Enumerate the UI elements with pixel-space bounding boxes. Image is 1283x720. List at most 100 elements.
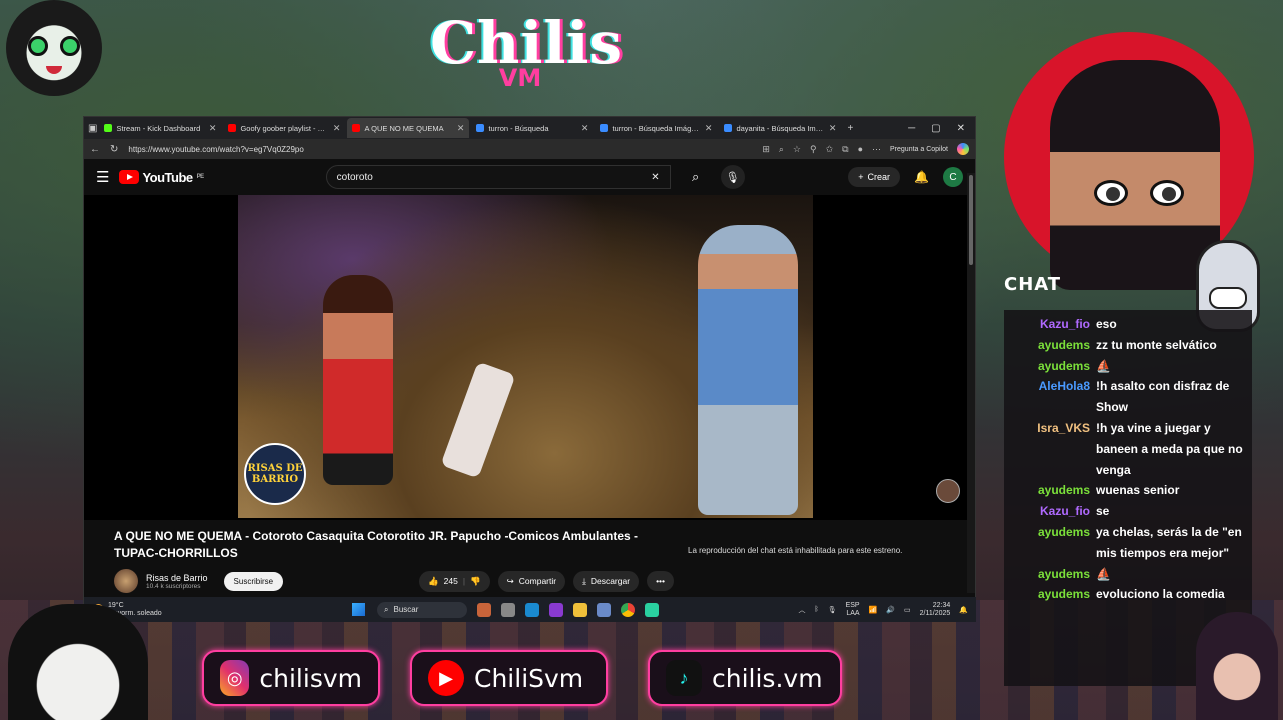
youtube-handle: ChiliSvm (474, 663, 584, 693)
download-button[interactable]: ⤓ Descargar (573, 570, 640, 592)
battery-icon[interactable]: ▭ (904, 606, 911, 614)
chat-username[interactable]: Isra_VKS (1004, 418, 1096, 480)
maximize-icon[interactable]: ▢ (931, 123, 940, 134)
back-icon[interactable]: ← (90, 144, 100, 155)
app-icon[interactable] (645, 602, 659, 617)
like-button[interactable]: 👍 245 | 👎 (419, 570, 490, 592)
chat-username[interactable]: Kazu_fio (1004, 501, 1096, 522)
channel-avatar[interactable] (114, 569, 138, 593)
close-window-icon[interactable]: ✕ (957, 123, 965, 134)
chevron-up-icon[interactable]: ︿ (798, 605, 805, 615)
clear-search-icon[interactable]: ✕ (651, 172, 659, 183)
search-icon: ⌕ (384, 604, 389, 614)
collections-icon[interactable]: ⧉ (842, 144, 848, 155)
minimize-icon[interactable]: ─ (908, 123, 915, 134)
windows-start-icon[interactable] (352, 603, 365, 616)
close-icon[interactable]: ✕ (457, 123, 465, 134)
chat-username[interactable]: ayudems (1004, 356, 1096, 377)
account-avatar[interactable]: C (943, 167, 963, 187)
app-icon[interactable]: ⊞ (762, 144, 770, 155)
close-icon[interactable]: ✕ (705, 123, 713, 134)
video-player[interactable]: RISAS DE BARRIO (84, 195, 975, 520)
youtube-social[interactable]: ▶ ChiliSvm (410, 650, 608, 706)
more-icon[interactable]: ⋯ (872, 144, 881, 155)
tab-dayanita[interactable]: dayanita - Búsqueda Imáge ✕ (719, 118, 841, 138)
chat-text: !h asalto con disfraz de Show (1096, 379, 1230, 415)
favorites-icon[interactable]: ✩ (826, 144, 834, 155)
chat-username[interactable]: ayudems (1004, 564, 1096, 585)
tab-goofy-playlist[interactable]: Goofy goober playlist - You ✕ (223, 118, 345, 138)
tab-a-que-no-me-quema[interactable]: A QUE NO ME QUEMA ✕ (347, 118, 470, 138)
notification-icon[interactable]: 🔔 (959, 606, 968, 614)
share-button[interactable]: ↪ Compartir (497, 570, 566, 592)
reload-icon[interactable]: ↻ (110, 144, 118, 155)
close-icon[interactable]: ✕ (581, 123, 589, 134)
chat-username[interactable]: AleHola8 (1004, 376, 1096, 418)
chat-username[interactable]: ayudems (1004, 584, 1096, 605)
tab-actions-icon[interactable]: ▣ (88, 123, 97, 134)
chat-message: ayudems ya chelas, serás la de "en mis ti… (1004, 522, 1244, 564)
windows-taskbar: 19°C Mayorm. soleado ⌕ Buscar ︿ ᛒ 🎙 ESP LA… (84, 597, 976, 622)
zoom-icon[interactable]: ⌕ (779, 144, 784, 155)
divider: | (462, 576, 466, 586)
channel-name[interactable]: Risas de Barrio (146, 573, 208, 583)
speaker-icon[interactable]: 🔊 (886, 606, 895, 614)
close-icon[interactable]: ✕ (209, 123, 217, 134)
copilot-label[interactable]: Pregunta a Copilot (890, 146, 948, 153)
tab-turron-imagenes[interactable]: turron - Búsqueda Imágenes ✕ (595, 118, 717, 138)
file-explorer-icon[interactable] (573, 602, 587, 617)
search-input[interactable]: cotoroto ✕ (325, 165, 671, 189)
channel-branding-icon[interactable] (936, 479, 960, 503)
task-view-icon[interactable] (501, 602, 515, 617)
scrollbar-thumb[interactable] (969, 175, 973, 265)
chat-text: ⛵ (1096, 566, 1111, 581)
mic-icon[interactable]: 🎙 (828, 606, 837, 614)
favorite-icon[interactable]: ☆ (793, 144, 801, 155)
create-button[interactable]: + Crear (848, 167, 901, 187)
close-icon[interactable]: ✕ (829, 123, 837, 134)
video-frame[interactable]: RISAS DE BARRIO (238, 195, 813, 518)
chat-username[interactable]: Kazu_fio (1004, 314, 1096, 335)
subscribe-button[interactable]: Suscribirse (223, 571, 284, 591)
search-icon (476, 124, 485, 132)
youtube-logo[interactable]: YouTube PE (119, 170, 204, 185)
tiktok-social[interactable]: ♪ chilis.vm (648, 650, 842, 706)
more-actions-button[interactable]: ••• (647, 571, 674, 591)
bluetooth-icon[interactable]: ᛒ (814, 606, 818, 613)
extensions-icon[interactable]: ⚲ (810, 144, 817, 155)
tab-turron-busqueda[interactable]: turron - Búsqueda ✕ (471, 118, 593, 138)
copilot-icon[interactable] (957, 143, 969, 155)
page-scrollbar[interactable] (967, 173, 975, 593)
menu-icon[interactable]: ☰ (96, 168, 109, 186)
chat-text: wuenas senior (1096, 483, 1180, 498)
taskbar-search[interactable]: ⌕ Buscar (377, 601, 467, 618)
search-value: cotoroto (336, 171, 373, 183)
close-icon[interactable]: ✕ (333, 123, 341, 134)
clock[interactable]: 22:34 2/11/2025 (920, 602, 951, 618)
new-tab-icon[interactable]: + (847, 123, 853, 134)
wifi-icon[interactable]: 📶 (869, 606, 878, 614)
chrome-icon[interactable] (621, 602, 635, 617)
thumbs-down-icon[interactable]: 👎 (470, 576, 481, 587)
snipping-icon[interactable] (597, 602, 611, 617)
search-icon[interactable]: ⌕ (681, 165, 711, 189)
notifications-icon[interactable]: 🔔 (914, 170, 929, 184)
chat-username[interactable]: ayudems (1004, 522, 1096, 564)
microphone-icon[interactable]: 🎙 (720, 165, 745, 189)
avatar-eye (28, 36, 48, 56)
widget-icon[interactable] (477, 602, 491, 617)
edge-icon[interactable] (525, 602, 539, 617)
instagram-social[interactable]: ◎ chilisvm (202, 650, 380, 706)
chat-username[interactable]: ayudems (1004, 335, 1096, 356)
weather-widget[interactable]: 19°C Mayorm. soleado (92, 602, 352, 618)
chat-username[interactable]: ayudems (1004, 480, 1096, 501)
instagram-icon: ◎ (220, 660, 250, 696)
tab-kick-dashboard[interactable]: Stream - Kick Dashboard ✕ (99, 118, 221, 138)
taskbar-apps (477, 602, 659, 617)
channel-logo: Chilis VM (430, 12, 622, 107)
profile-icon[interactable]: ● (858, 144, 863, 154)
language-indicator[interactable]: ESP LAA (846, 602, 860, 618)
url-field[interactable]: https://www.youtube.com/watch?v=eg7Vq0Z2… (128, 145, 752, 154)
store-icon[interactable] (549, 602, 563, 617)
thumbs-up-icon: 👍 (428, 575, 439, 586)
